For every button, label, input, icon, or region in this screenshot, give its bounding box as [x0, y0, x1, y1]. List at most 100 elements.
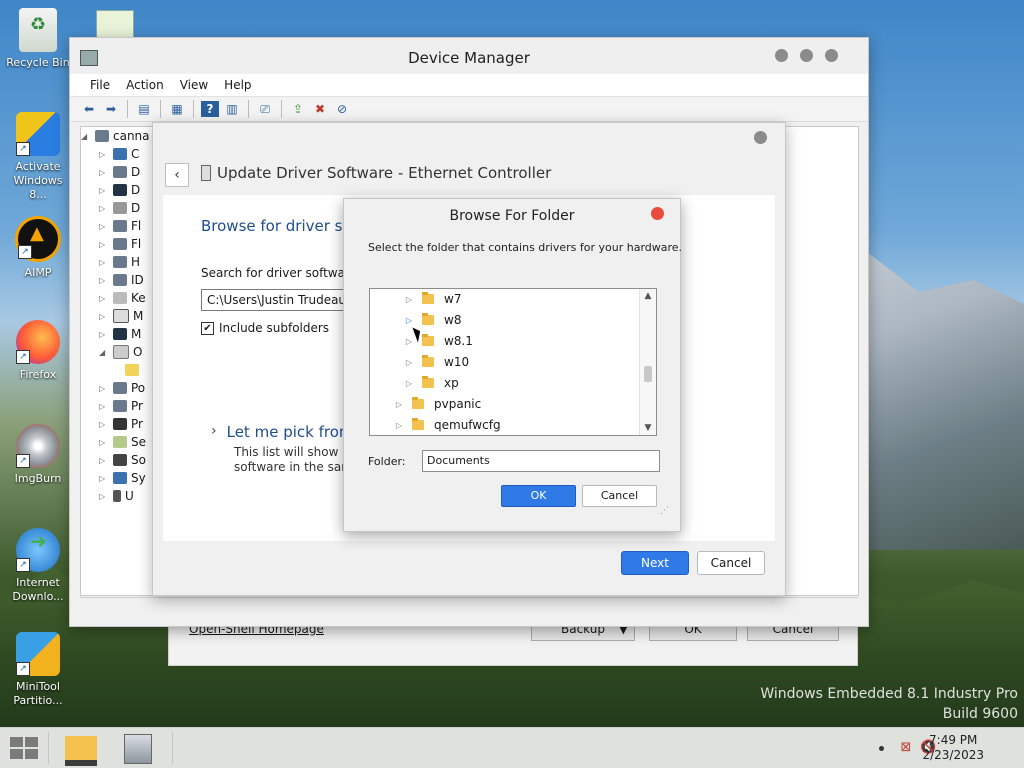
expand-arrow-icon[interactable]: ▷: [404, 337, 414, 346]
collapse-arrow-icon[interactable]: ◢: [81, 132, 91, 141]
expand-arrow-icon[interactable]: ▷: [99, 492, 109, 501]
tree-item[interactable]: ▷ D: [81, 199, 159, 217]
expand-arrow-icon[interactable]: ▷: [404, 316, 414, 325]
clock[interactable]: 7:49 PM 2/23/2023: [922, 733, 984, 763]
back-button[interactable]: ‹: [165, 163, 189, 187]
vertical-scrollbar[interactable]: ▲ ▼: [639, 289, 656, 435]
expand-arrow-icon[interactable]: ▷: [99, 330, 109, 339]
expand-arrow-icon[interactable]: ▷: [99, 312, 109, 321]
expand-arrow-icon[interactable]: ▷: [99, 402, 109, 411]
scroll-thumb[interactable]: [644, 366, 652, 382]
folder-tree-item[interactable]: ▷ w7: [404, 289, 461, 309]
tree-root[interactable]: ◢ canna: [81, 127, 159, 145]
tree-item[interactable]: ◢ O: [81, 343, 159, 361]
expand-arrow-icon[interactable]: ▷: [394, 400, 404, 409]
expand-arrow-icon[interactable]: ▷: [99, 276, 109, 285]
properties-icon[interactable]: ▦: [168, 101, 186, 117]
tree-item[interactable]: ▷ ID: [81, 271, 159, 289]
close-button[interactable]: [825, 49, 838, 62]
next-button[interactable]: Next: [621, 551, 689, 575]
expand-arrow-icon[interactable]: ▷: [99, 456, 109, 465]
cancel-button[interactable]: Cancel: [697, 551, 765, 575]
ok-button[interactable]: OK: [501, 485, 576, 507]
close-button[interactable]: [754, 131, 767, 144]
desktop-icon-minitool[interactable]: ↗ MiniTool Partitio...: [4, 632, 72, 708]
tree-item[interactable]: ▷ Fl: [81, 235, 159, 253]
expand-arrow-icon[interactable]: ▷: [404, 358, 414, 367]
tree-item[interactable]: ▷ So: [81, 451, 159, 469]
scan-hardware-icon[interactable]: ⎚: [256, 101, 274, 117]
desktop-icon-firefox[interactable]: ↗ Firefox: [4, 320, 72, 382]
title-bar[interactable]: Device Manager: [70, 38, 868, 74]
let-me-pick-link[interactable]: › Let me pick from: [211, 423, 354, 441]
expand-arrow-icon[interactable]: ▷: [99, 294, 109, 303]
desktop-icon-imgburn[interactable]: ↗ ImgBurn: [4, 424, 72, 486]
expand-arrow-icon[interactable]: ▷: [404, 295, 414, 304]
menu-help[interactable]: Help: [216, 78, 259, 92]
folder-tree-item[interactable]: ▷ w10: [404, 352, 469, 372]
expand-arrow-icon[interactable]: ▷: [99, 168, 109, 177]
expand-arrow-icon[interactable]: ▷: [99, 474, 109, 483]
scroll-down-arrow-icon[interactable]: ▼: [640, 421, 656, 435]
expand-arrow-icon[interactable]: ▷: [99, 240, 109, 249]
disable-device-icon[interactable]: ⊘: [333, 101, 351, 117]
folder-input[interactable]: Documents: [422, 450, 660, 472]
expand-arrow-icon[interactable]: ▷: [99, 186, 109, 195]
desktop-icon-aimp[interactable]: ▲ ↗ AIMP: [4, 216, 72, 280]
tree-item[interactable]: ▷ M: [81, 307, 159, 325]
expand-arrow-icon[interactable]: ▷: [99, 150, 109, 159]
tree-item[interactable]: ▷ D: [81, 163, 159, 181]
tree-item[interactable]: ▷ Fl: [81, 217, 159, 235]
back-arrow-icon[interactable]: ⬅: [80, 101, 98, 117]
expand-arrow-icon[interactable]: ▷: [99, 438, 109, 447]
uninstall-device-icon[interactable]: ✖: [311, 101, 329, 117]
close-button[interactable]: [651, 207, 664, 220]
tree-item[interactable]: ▷ Se: [81, 433, 159, 451]
tree-item[interactable]: ▷ M: [81, 325, 159, 343]
minimize-button[interactable]: [775, 49, 788, 62]
menu-view[interactable]: View: [172, 78, 216, 92]
show-hide-console-tree-icon[interactable]: ▤: [135, 101, 153, 117]
folder-tree[interactable]: ▷ w7 ▷ w8 ▷ w8.1 ▷ w10 ▷ xp ▷ pvpanic ▷ qemufwc…: [369, 288, 657, 436]
expand-arrow-icon[interactable]: ▷: [404, 379, 414, 388]
taskbar-device-manager[interactable]: [118, 732, 158, 764]
folder-tree-item[interactable]: ▷ pvpanic: [394, 394, 481, 414]
update-driver-icon[interactable]: ⇪: [289, 101, 307, 117]
expand-arrow-icon[interactable]: ▷: [99, 204, 109, 213]
help-icon[interactable]: ?: [201, 101, 219, 117]
tree-item[interactable]: ▷ H: [81, 253, 159, 271]
tree-item[interactable]: ▷ U: [81, 487, 159, 505]
tree-item[interactable]: [81, 361, 159, 379]
expand-arrow-icon[interactable]: ▷: [99, 258, 109, 267]
cancel-button[interactable]: Cancel: [582, 485, 657, 507]
desktop-icon-activate-windows[interactable]: ↗ Activate Windows 8...: [4, 112, 72, 202]
desktop-icon-recycle-bin[interactable]: ♻ Recycle Bin: [4, 8, 72, 70]
tree-item[interactable]: ▷ Po: [81, 379, 159, 397]
forward-arrow-icon[interactable]: ➡: [102, 101, 120, 117]
expand-arrow-icon[interactable]: ▷: [99, 384, 109, 393]
include-subfolders-checkbox[interactable]: ✔ Include subfolders: [201, 321, 329, 335]
desktop-icon-internet-download[interactable]: ➜ ↗ Internet Downlo...: [4, 528, 72, 604]
resize-grip-icon[interactable]: ⋰: [660, 506, 669, 516]
start-button[interactable]: [10, 737, 38, 759]
tree-item[interactable]: ▷ Pr: [81, 415, 159, 433]
menu-file[interactable]: File: [82, 78, 118, 92]
folder-tree-item[interactable]: ▷ qemufwcfg: [394, 415, 501, 435]
tree-item[interactable]: ▷ Ke: [81, 289, 159, 307]
device-tree[interactable]: ◢ canna ▷ C ▷ D ▷ D ▷ D ▷ Fl ▷ Fl ▷ H ▷ ID ▷ Ke ▷ M…: [80, 126, 160, 596]
scroll-up-arrow-icon[interactable]: ▲: [640, 289, 656, 303]
notepad-desktop-icon[interactable]: [96, 10, 134, 40]
expand-arrow-icon[interactable]: ▷: [394, 421, 404, 430]
tree-item[interactable]: ▷ Sy: [81, 469, 159, 487]
tree-item[interactable]: ▷ C: [81, 145, 159, 163]
expand-arrow-icon[interactable]: ▷: [99, 420, 109, 429]
network-disconnected-icon[interactable]: ⊠: [898, 740, 914, 756]
menu-action[interactable]: Action: [118, 78, 172, 92]
show-hidden-icons-icon[interactable]: [879, 746, 884, 751]
expand-arrow-icon[interactable]: ▷: [99, 222, 109, 231]
collapse-arrow-icon[interactable]: ◢: [99, 348, 109, 357]
tree-item[interactable]: ▷ Pr: [81, 397, 159, 415]
maximize-button[interactable]: [800, 49, 813, 62]
action-pane-icon[interactable]: ▥: [223, 101, 241, 117]
tree-item[interactable]: ▷ D: [81, 181, 159, 199]
